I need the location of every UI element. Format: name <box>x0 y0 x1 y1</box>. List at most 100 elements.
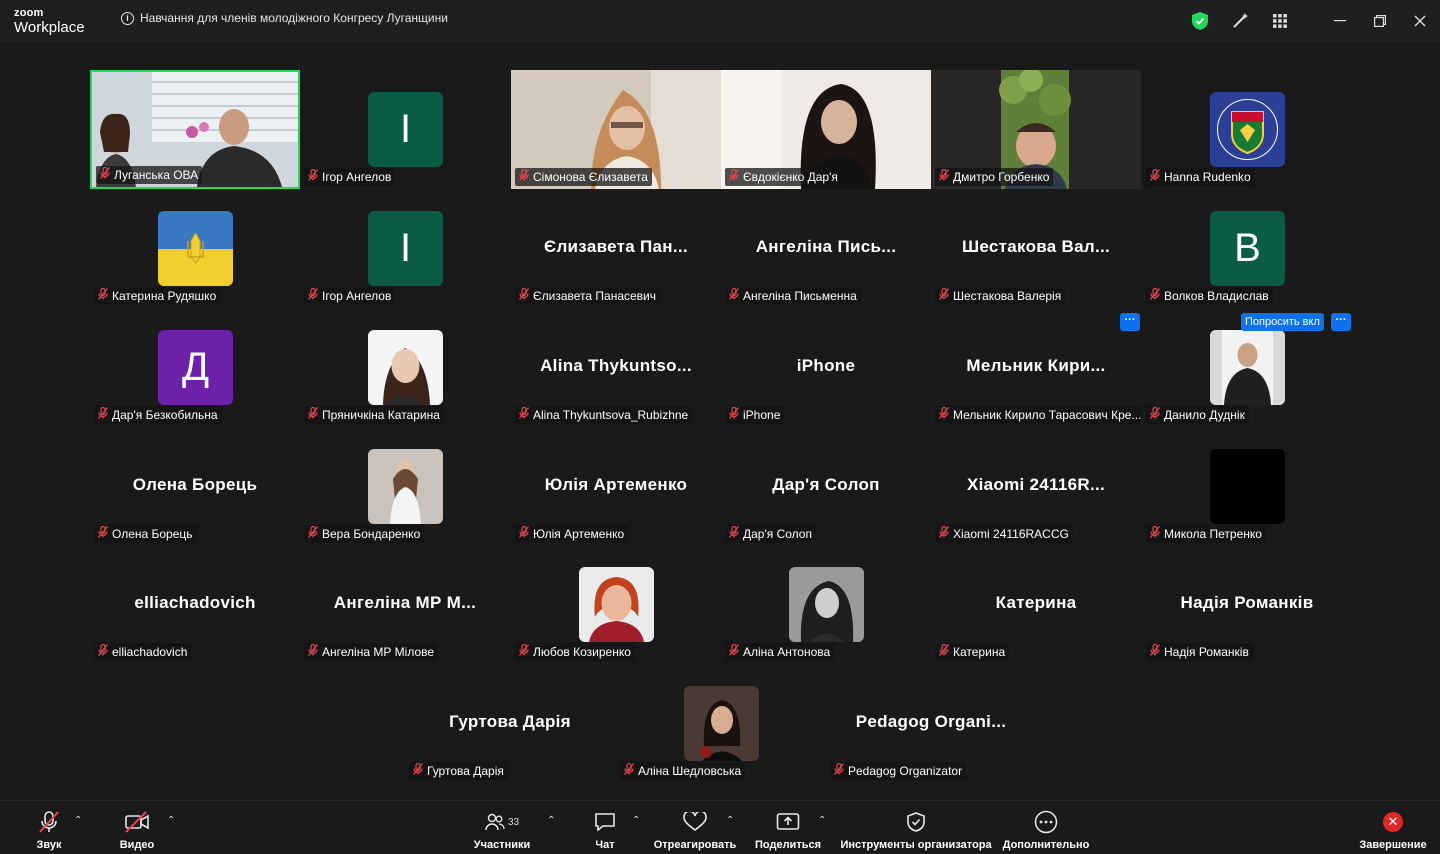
restore-icon[interactable] <box>1360 0 1400 42</box>
participant-name: Пряничкіна Катарина <box>322 407 440 422</box>
participant-tile[interactable]: Д Дар'я Безкобильна <box>90 308 300 427</box>
participant-tile[interactable]: Дар'я Солоп Дар'я Солоп <box>721 427 931 546</box>
participant-name: Вера Бондаренко <box>322 526 421 541</box>
participant-tile[interactable]: elliachadovich elliachadovich <box>90 545 300 664</box>
participant-tile[interactable]: Ангеліна Пись... Ангеліна Письменна <box>721 189 931 308</box>
share-screen-icon <box>776 809 800 835</box>
audio-button[interactable]: Звук <box>28 809 70 851</box>
muted-mic-icon <box>97 287 109 303</box>
share-button[interactable]: Поделиться <box>755 809 821 851</box>
muted-mic-icon <box>307 525 319 541</box>
participant-tile[interactable]: Hanna Rudenko <box>1142 70 1352 189</box>
audio-caret-icon[interactable]: ⌃ <box>74 815 82 826</box>
participant-tile[interactable]: І Ігор Ангелов <box>300 70 510 189</box>
participant-tile[interactable]: Alina Thykuntso... Alina Thykuntsova_Rubi… <box>511 308 721 427</box>
participant-tile[interactable]: Сімонова Єлизавета <box>511 70 721 189</box>
chat-caret-icon[interactable]: ⌃ <box>632 815 640 826</box>
more-options-button[interactable]: ··· <box>1120 313 1140 331</box>
participant-display-name: elliachadovich <box>134 593 256 612</box>
participant-label: Юлія Артеменко <box>515 525 629 543</box>
muted-mic-icon <box>307 406 319 422</box>
minimize-icon[interactable] <box>1320 0 1360 42</box>
participant-tile[interactable]: І Ігор Ангелов <box>300 189 510 308</box>
participant-tile[interactable]: Єлизавета Пан... Єлизавета Панасевич <box>511 189 721 308</box>
more-options-button-2[interactable]: ··· <box>1331 313 1351 331</box>
participant-label: Hanna Rudenko <box>1146 168 1255 186</box>
participants-label: Участники <box>473 839 531 851</box>
participant-name: Аліна Антонова <box>743 644 831 659</box>
participant-tile[interactable]: В Волков Владислав <box>1142 189 1352 308</box>
muted-mic-icon <box>307 287 319 303</box>
participant-tile[interactable]: Дмитро Горбенко <box>931 70 1141 189</box>
chat-button[interactable]: Чат <box>588 809 622 851</box>
participant-tile[interactable]: Ангеліна МР М... Ангеліна МР Мілове <box>300 545 510 664</box>
participant-name: Ангеліна Письменна <box>743 288 857 303</box>
participant-tile[interactable]: Вера Бондаренко <box>300 427 510 546</box>
participant-tile[interactable]: Євдокієнко Дар'я <box>721 70 931 189</box>
participant-label: Шестакова Валерія <box>935 287 1066 305</box>
more-button[interactable]: Дополнительно <box>1003 809 1089 851</box>
participant-tile[interactable]: Катерина Катерина <box>931 545 1141 664</box>
participant-tile[interactable]: Катерина Рудяшко <box>90 189 300 308</box>
participant-tile[interactable]: iPhone iPhone <box>721 308 931 427</box>
participant-label: Дмитро Горбенко <box>935 168 1054 186</box>
participant-name: Микола Петренко <box>1164 526 1262 541</box>
react-button[interactable]: Отреагировать <box>654 809 736 851</box>
participant-label: iPhone <box>725 406 785 424</box>
participant-name: iPhone <box>743 407 781 422</box>
share-caret-icon[interactable]: ⌃ <box>818 815 826 826</box>
react-caret-icon[interactable]: ⌃ <box>726 815 734 826</box>
close-icon[interactable] <box>1400 0 1440 42</box>
participant-photo <box>579 567 654 642</box>
participant-name: Шестакова Валерія <box>953 288 1062 303</box>
participant-tile[interactable]: Юлія Артеменко Юлія Артеменко <box>511 427 721 546</box>
magic-wand-icon[interactable] <box>1220 0 1260 42</box>
participant-tile[interactable]: Xiaomi 24116R... Xiaomi 24116RACCG <box>931 427 1141 546</box>
participant-tile[interactable]: Аліна Антонова <box>721 545 931 664</box>
participant-name: Катерина Рудяшко <box>112 288 217 303</box>
participant-avatar: І <box>368 211 443 286</box>
apps-grid-icon[interactable] <box>1260 0 1300 42</box>
participant-name: Ігор Ангелов <box>322 169 392 184</box>
video-label: Видео <box>119 839 155 851</box>
participant-tile[interactable]: Луганська ОВА <box>90 70 300 189</box>
participants-count: 33 <box>507 816 520 828</box>
video-button[interactable]: Видео <box>115 809 159 851</box>
participant-tile[interactable]: Pedagog Organi... Pedagog Organizator <box>826 664 1036 783</box>
participant-label: Любов Козиренко <box>515 643 635 661</box>
video-caret-icon[interactable]: ⌃ <box>167 815 175 826</box>
participant-name: elliachadovich <box>112 644 188 659</box>
participant-name: Мельник Кирило Тарасович Кре... <box>953 407 1141 422</box>
participant-tile[interactable]: Шестакова Вал... Шестакова Валерія <box>931 189 1141 308</box>
participant-name: Hanna Rudenko <box>1164 169 1251 184</box>
participant-display-name: Alina Thykuntso... <box>540 356 692 375</box>
muted-mic-icon <box>1149 287 1161 303</box>
participant-tile[interactable]: Олена Борець Олена Борець <box>90 427 300 546</box>
muted-mic-icon <box>623 762 635 778</box>
ask-to-unmute-button[interactable]: Попросить вкл <box>1241 313 1324 331</box>
participant-tile[interactable]: Гуртова Дарія Гуртова Дарія <box>405 664 615 783</box>
participant-label: Ігор Ангелов <box>304 287 396 305</box>
muted-mic-icon <box>412 762 424 778</box>
participant-tile[interactable]: Любов Козиренко <box>511 545 721 664</box>
brand-top: zoom <box>14 7 44 19</box>
muted-mic-icon <box>99 166 111 182</box>
host-tools-button[interactable]: Инструменты организатора <box>840 809 992 851</box>
participant-photo <box>368 449 443 524</box>
participant-photo <box>368 330 443 405</box>
participant-display-name: Олена Борець <box>132 475 258 494</box>
end-meeting-button[interactable]: ✕ Завершение <box>1359 809 1427 851</box>
participant-tile[interactable]: Пряничкіна Катарина <box>300 308 510 427</box>
participants-button[interactable]: 33 Участники <box>471 809 533 851</box>
meeting-info[interactable]: i Навчання для членів молодіжного Конгре… <box>121 11 448 25</box>
participant-tile[interactable]: Аліна Шедловська <box>616 664 826 783</box>
participant-name: Ангеліна МР Мілове <box>322 644 435 659</box>
security-shield-icon[interactable] <box>1180 0 1220 42</box>
info-icon[interactable]: i <box>121 11 134 25</box>
participants-caret-icon[interactable]: ⌃ <box>547 815 555 826</box>
participant-tile[interactable]: Мельник Кири... Мельник Кирило Тарасович … <box>931 308 1141 427</box>
participant-display-name: Ангеліна Пись... <box>755 237 897 256</box>
participant-tile[interactable]: Микола Петренко <box>1142 427 1352 546</box>
participant-label: Данило Дуднік <box>1146 406 1249 424</box>
participant-tile[interactable]: Надія Романків Надія Романків <box>1142 545 1352 664</box>
